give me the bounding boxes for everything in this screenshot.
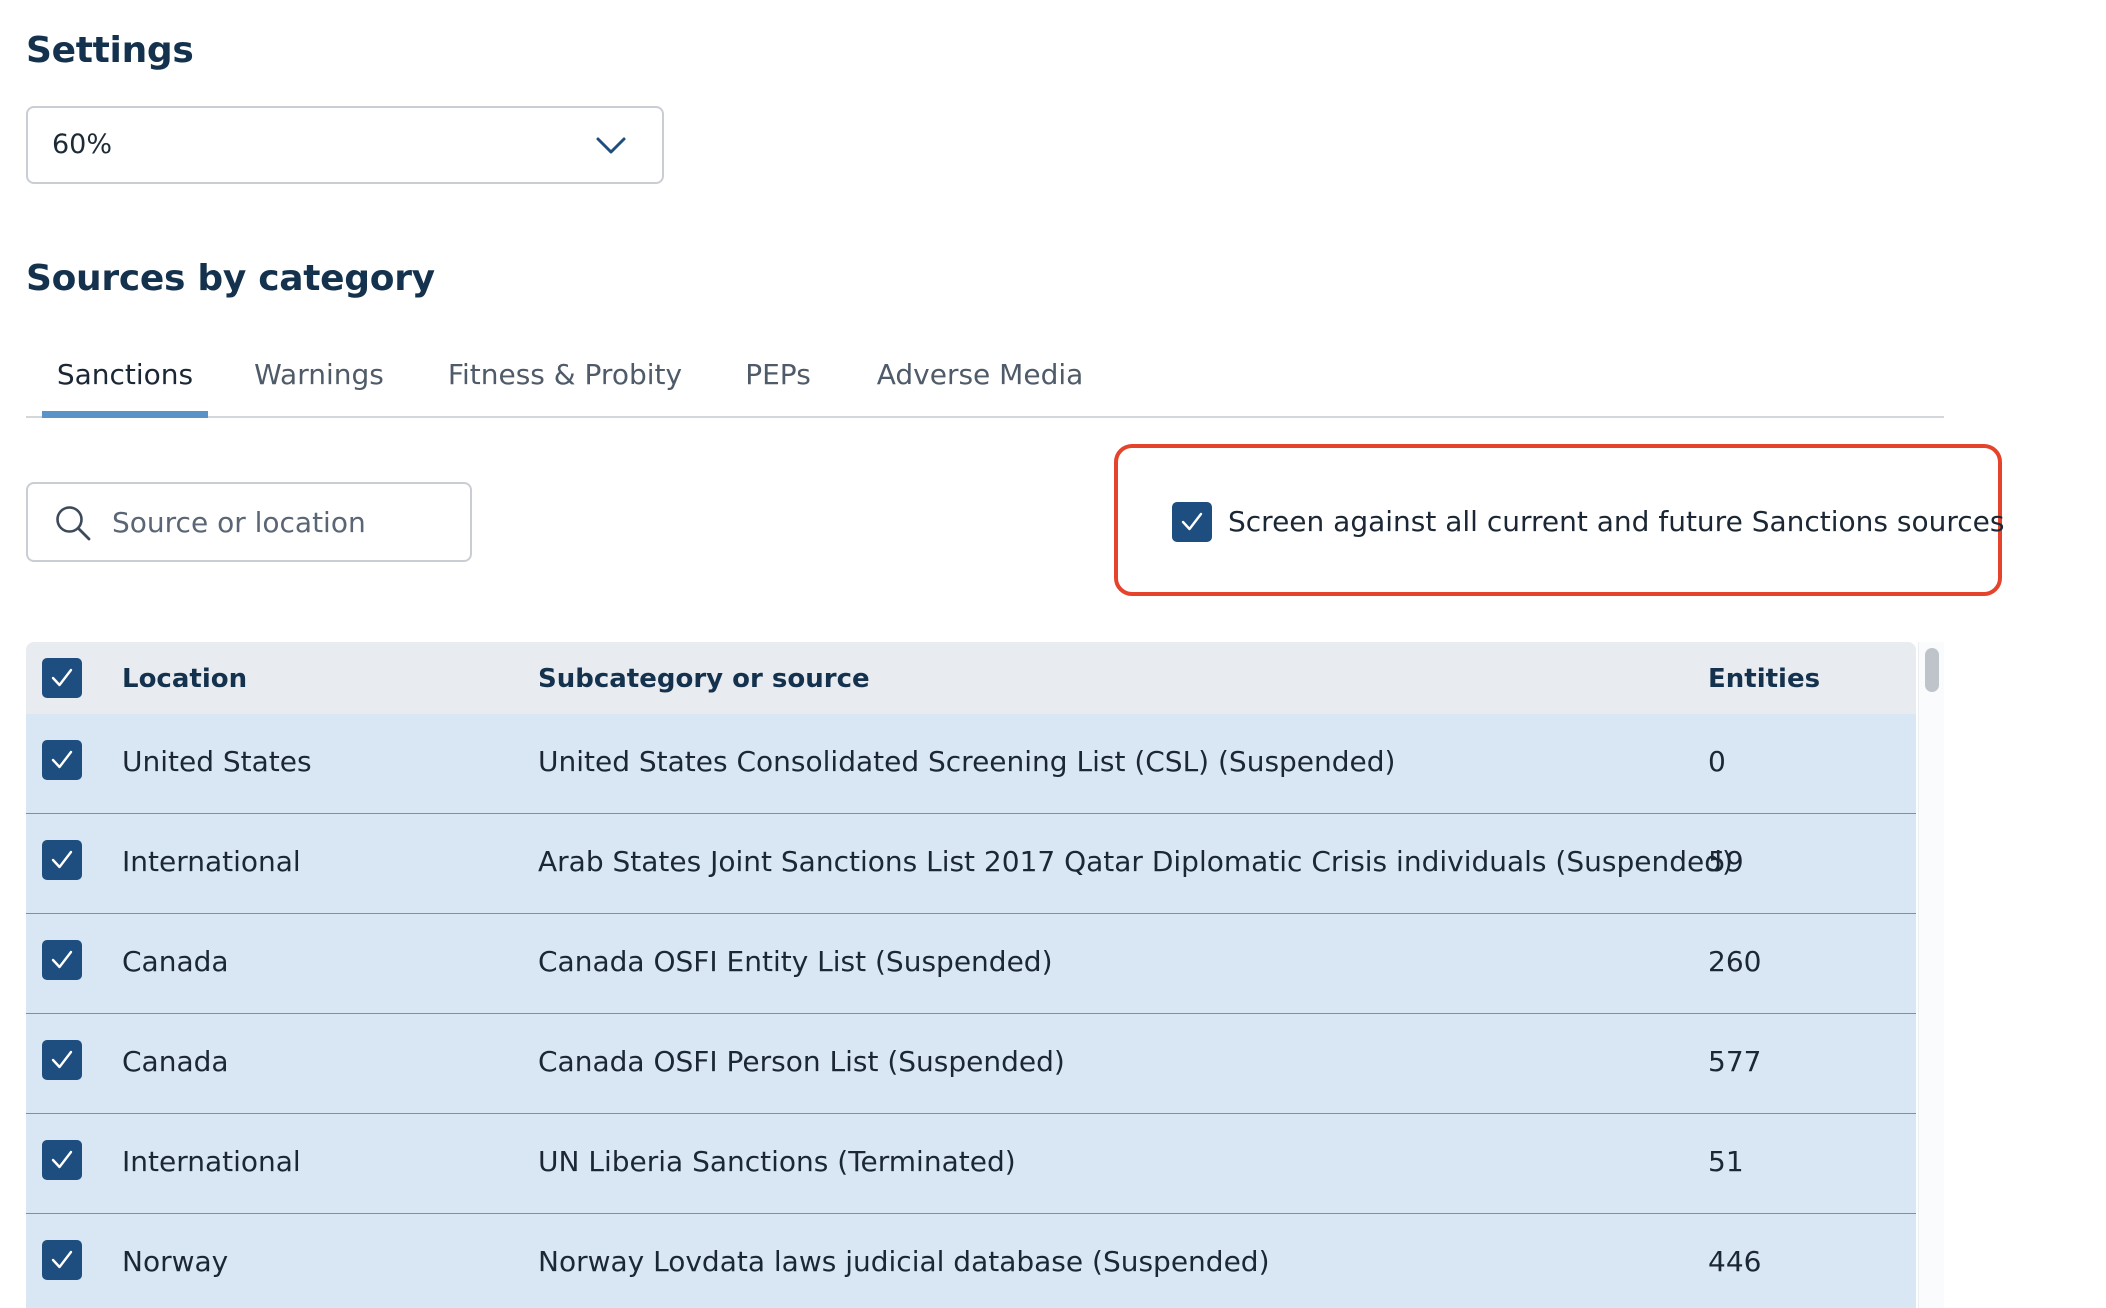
checkmark-icon xyxy=(51,1150,73,1169)
select-all-checkbox[interactable] xyxy=(42,658,82,698)
row-checkbox[interactable] xyxy=(42,740,82,780)
row-entities: 59 xyxy=(1708,845,1744,878)
table-header: Location Subcategory or source Entities xyxy=(26,642,1916,714)
scrollbar-thumb[interactable] xyxy=(1925,648,1939,692)
sources-table: Location Subcategory or source Entities … xyxy=(26,642,1916,1308)
table-row[interactable]: Canada Canada OSFI Person List (Suspende… xyxy=(26,1014,1916,1115)
search-input[interactable] xyxy=(112,484,452,560)
row-location: International xyxy=(122,845,301,878)
row-checkbox[interactable] xyxy=(42,1140,82,1180)
checkmark-icon xyxy=(51,668,73,687)
row-source: Arab States Joint Sanctions List 2017 Qa… xyxy=(538,845,1733,878)
screen-all-checkbox[interactable] xyxy=(1172,502,1212,542)
row-location: International xyxy=(122,1145,301,1178)
row-source: Canada OSFI Person List (Suspended) xyxy=(538,1045,1065,1078)
sources-title: Sources by category xyxy=(26,258,435,299)
table-row[interactable]: United States United States Consolidated… xyxy=(26,714,1916,815)
row-location: Canada xyxy=(122,1045,229,1078)
table-row[interactable]: Norway Norway Lovdata laws judicial data… xyxy=(26,1214,1916,1308)
row-checkbox[interactable] xyxy=(42,1240,82,1280)
row-location: Canada xyxy=(122,945,229,978)
search-icon xyxy=(56,506,91,541)
row-entities: 446 xyxy=(1708,1245,1762,1278)
row-location: Norway xyxy=(122,1245,229,1278)
screen-all-label[interactable]: Screen against all current and future Sa… xyxy=(1228,498,2004,546)
row-source: UN Liberia Sanctions (Terminated) xyxy=(538,1145,1016,1178)
tab-adverse-media[interactable]: Adverse Media xyxy=(874,340,1086,416)
tab-warnings[interactable]: Warnings xyxy=(252,340,386,416)
row-entities: 0 xyxy=(1708,745,1726,778)
row-entities: 577 xyxy=(1708,1045,1762,1078)
chevron-down-icon xyxy=(596,137,626,154)
settings-title: Settings xyxy=(26,30,194,71)
checkmark-icon xyxy=(51,1250,73,1269)
row-source: Norway Lovdata laws judicial database (S… xyxy=(538,1245,1270,1278)
table-row[interactable]: International UN Liberia Sanctions (Term… xyxy=(26,1114,1916,1215)
threshold-select-value: 60% xyxy=(52,129,113,160)
category-tabs: Sanctions Warnings Fitness & Probity PEP… xyxy=(26,340,1944,418)
table-row[interactable]: Canada Canada OSFI Entity List (Suspende… xyxy=(26,914,1916,1015)
checkmark-icon xyxy=(51,1050,73,1069)
column-header-source[interactable]: Subcategory or source xyxy=(538,642,870,716)
column-header-location[interactable]: Location xyxy=(122,642,247,716)
column-header-entities[interactable]: Entities xyxy=(1708,642,1820,716)
table-scrollbar[interactable] xyxy=(1918,642,1944,1308)
row-checkbox[interactable] xyxy=(42,840,82,880)
row-source: Canada OSFI Entity List (Suspended) xyxy=(538,945,1053,978)
checkmark-icon xyxy=(51,850,73,869)
tab-sanctions[interactable]: Sanctions xyxy=(42,340,208,418)
checkmark-icon xyxy=(51,750,73,769)
source-search xyxy=(26,482,472,562)
row-location: United States xyxy=(122,745,312,778)
checkmark-icon xyxy=(1181,512,1203,531)
threshold-select[interactable]: 60% xyxy=(26,106,664,184)
row-entities: 260 xyxy=(1708,945,1762,978)
table-row[interactable]: International Arab States Joint Sanction… xyxy=(26,814,1916,915)
row-checkbox[interactable] xyxy=(42,1040,82,1080)
tab-peps[interactable]: PEPs xyxy=(742,340,814,416)
row-checkbox[interactable] xyxy=(42,940,82,980)
tab-fitness-probity[interactable]: Fitness & Probity xyxy=(446,340,684,416)
checkmark-icon xyxy=(51,950,73,969)
row-entities: 51 xyxy=(1708,1145,1744,1178)
row-source: United States Consolidated Screening Lis… xyxy=(538,745,1396,778)
